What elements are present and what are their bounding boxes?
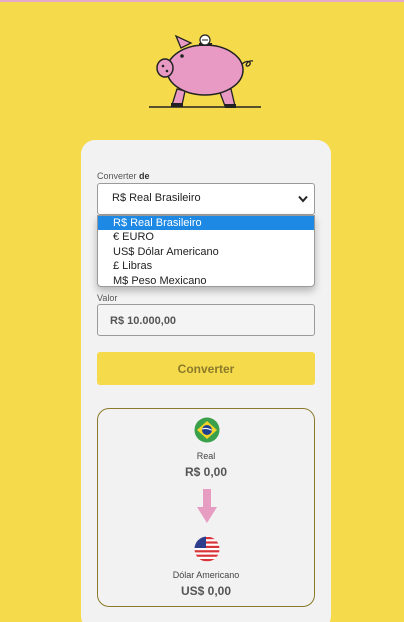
converter-card: Converter de R$ Real Brasileiro R$ Real … [81, 140, 331, 622]
currency-option[interactable]: £ Libras [98, 259, 314, 273]
convert-button[interactable]: Converter [97, 352, 315, 385]
arrow-down-icon [197, 489, 217, 523]
brazil-flag-icon [194, 417, 220, 443]
value-label: Valor [97, 293, 118, 303]
value-input[interactable]: R$ 10.000,00 [97, 304, 315, 336]
from-currency-name: Real [196, 451, 216, 461]
usa-flag-icon [194, 536, 220, 562]
currency-option[interactable]: € EURO [98, 230, 314, 244]
chevron-down-icon [298, 195, 308, 203]
to-currency-value: US$ 0,00 [180, 584, 232, 598]
selected-currency: R$ Real Brasileiro [112, 192, 201, 204]
currency-option[interactable]: US$ Dólar Americano [98, 245, 314, 259]
from-label: Converter de [97, 171, 150, 181]
from-currency-value: R$ 0,00 [184, 465, 228, 479]
top-accent-line [0, 0, 404, 2]
currency-from-select[interactable]: R$ Real Brasileiro [97, 183, 315, 215]
currency-option[interactable]: R$ Real Brasileiro [98, 216, 314, 231]
currency-option[interactable]: M$ Peso Mexicano [98, 274, 314, 288]
currency-dropdown: R$ Real Brasileiro € EURO US$ Dólar Amer… [97, 215, 315, 287]
piggy-bank-icon [149, 34, 261, 108]
to-currency-name: Dólar Americano [172, 570, 240, 580]
result-panel: Real R$ 0,00 Dólar Americano US$ 0,00 [97, 408, 315, 607]
